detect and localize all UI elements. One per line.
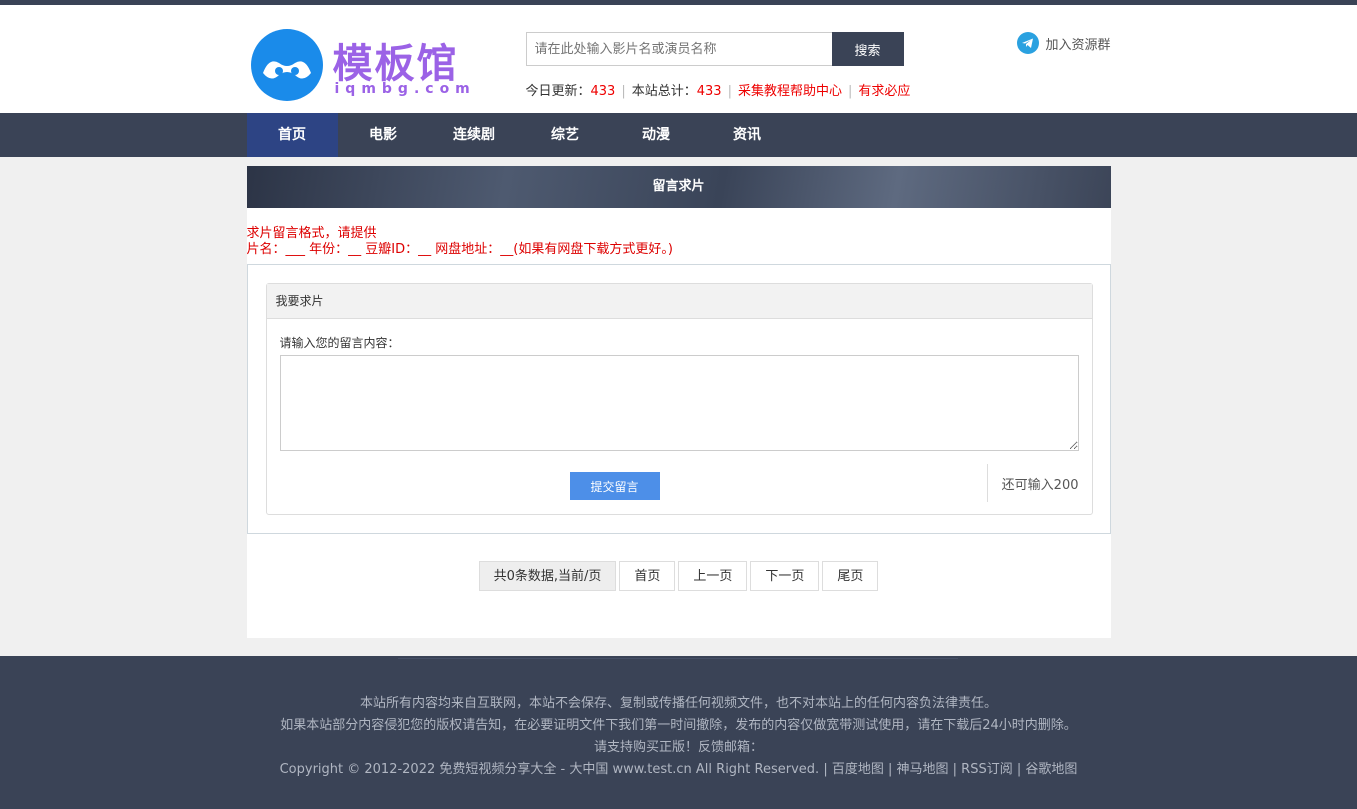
stats-divider: | [621, 84, 626, 99]
notice-line-1: 求片留言格式，请提供 [246, 226, 377, 241]
total-count: 433 [696, 84, 722, 99]
footer-link-baidu-map[interactable]: 百度地图 [832, 762, 884, 777]
stats-divider: | [727, 84, 732, 99]
footer-link-shenma-map[interactable]: 神马地图 [897, 762, 949, 777]
footer-sep: | [887, 762, 897, 777]
footer: 本站所有内容均来自互联网，本站不会保存、复制或传播任何视频文件，也不对本站上的任… [0, 656, 1357, 809]
join-group-label: 加入资源群 [1045, 37, 1111, 53]
main-nav: 首页 电影 连续剧 综艺 动漫 资讯 [0, 113, 1357, 157]
nav-item-home[interactable]: 首页 [246, 113, 338, 157]
nav-item-movies[interactable]: 电影 [338, 113, 429, 157]
today-label: 今日更新： [525, 84, 591, 99]
footer-link-google-map[interactable]: 谷歌地图 [1025, 762, 1077, 777]
request-link[interactable]: 有求必应 [858, 84, 910, 99]
vertical-divider [986, 464, 988, 502]
char-remaining: 还可输入200 [1001, 478, 1079, 493]
footer-sep: | [823, 762, 832, 777]
footer-contact: 请支持购买正版！反馈邮箱： [593, 740, 763, 755]
page-title-banner: 留言求片 [246, 166, 1111, 208]
help-center-link[interactable]: 采集教程帮助中心 [738, 84, 842, 99]
total-label: 本站总计： [631, 84, 697, 99]
footer-copyright: Copyright © 2012-2022 免费短视频分享大全 - 大中国 ww… [279, 762, 820, 777]
request-panel: 我要求片 请输入您的留言内容： 提交留言 还可输入200 [265, 283, 1093, 515]
search-button[interactable]: 搜索 [831, 32, 904, 66]
request-format-notice: 求片留言格式，请提供 片名：___ 年份：__ 豆瓣ID：__ 网盘地址：__(… [247, 226, 1111, 258]
notice-line-2: 片名：___ 年份：__ 豆瓣ID：__ 网盘地址：__(如果有网盘下载方式更好… [246, 242, 673, 257]
footer-copyright-notice: 如果本站部分内容侵犯您的版权请告知，在必要证明文件下我们第一时间撤除，发布的内容… [280, 718, 1077, 733]
logo-mascot-icon [250, 29, 323, 101]
search-input[interactable] [525, 32, 832, 66]
request-form-container: 我要求片 请输入您的留言内容： 提交留言 还可输入200 [246, 264, 1111, 534]
pagination: 共0条数据,当前/页 首页 上一页 下一页 尾页 [247, 561, 1111, 591]
stats-divider: | [847, 84, 853, 99]
footer-link-rss[interactable]: RSS订阅 [961, 762, 1013, 777]
pagination-info: 共0条数据,当前/页 [478, 561, 617, 591]
join-group-link[interactable]: 加入资源群 [1017, 32, 1111, 54]
nav-item-news[interactable]: 资讯 [702, 113, 793, 157]
page-last-button[interactable]: 尾页 [822, 561, 879, 591]
footer-disclaimer: 本站所有内容均来自互联网，本站不会保存、复制或传播任何视频文件，也不对本站上的任… [359, 696, 997, 711]
main-content: 留言求片 求片留言格式，请提供 片名：___ 年份：__ 豆瓣ID：__ 网盘地… [246, 166, 1111, 638]
logo-subtext: iqmbg.com [334, 81, 476, 97]
telegram-icon [1017, 32, 1040, 54]
site-logo[interactable]: 模板馆 iqmbg.com [247, 25, 477, 105]
page-first-button[interactable]: 首页 [619, 561, 676, 591]
search-box: 搜索 [525, 32, 904, 66]
today-count: 433 [590, 84, 616, 99]
footer-sep: | [952, 762, 962, 777]
site-stats: 今日更新：433 | 本站总计：433 | 采集教程帮助中心 | 有求必应 [526, 80, 911, 99]
nav-item-anime[interactable]: 动漫 [611, 113, 702, 157]
footer-copyright-row: Copyright © 2012-2022 免费短视频分享大全 - 大中国 ww… [0, 759, 1357, 781]
nav-item-variety[interactable]: 综艺 [520, 113, 611, 157]
nav-item-series[interactable]: 连续剧 [429, 113, 520, 157]
submit-button[interactable]: 提交留言 [569, 472, 660, 500]
page-next-button[interactable]: 下一页 [750, 561, 820, 591]
footer-divider [398, 658, 958, 659]
message-label: 请输入您的留言内容： [279, 336, 400, 350]
page-prev-button[interactable]: 上一页 [678, 561, 748, 591]
message-textarea[interactable] [279, 355, 1079, 451]
panel-title: 我要求片 [266, 284, 1092, 319]
header: 模板馆 iqmbg.com 搜索 今日更新：433|本站总计：433|采集教程帮… [0, 5, 1357, 113]
